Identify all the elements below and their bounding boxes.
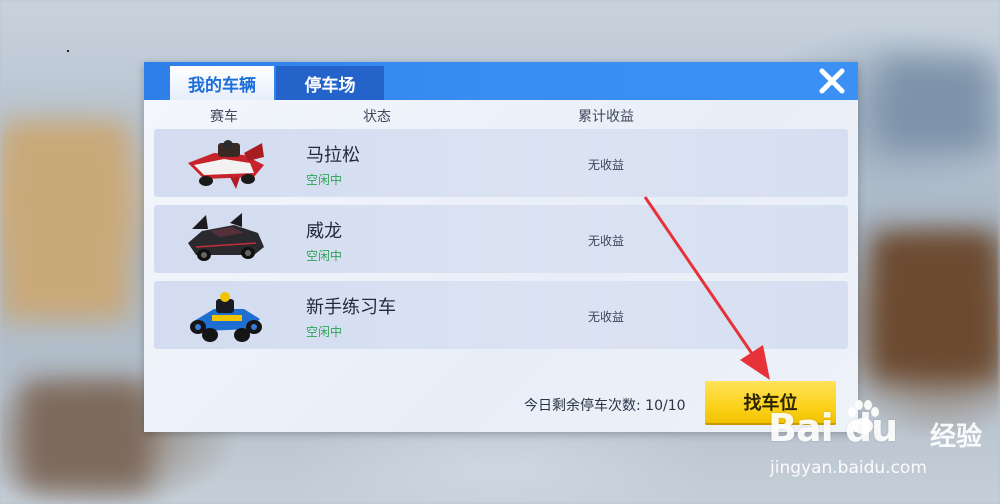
car-name: 威龙 [306,221,342,242]
vehicle-row[interactable]: 新手练习车 空闲中 无收益 [154,281,848,349]
watermark-url: jingyan.baidu.com [770,458,927,478]
vehicle-row[interactable]: 马拉松 空闲中 无收益 [154,129,848,197]
panel-header: 我的车辆 停车场 [144,62,858,100]
bg-shape-top-right [880,60,990,150]
baidu-jingyan-watermark: Bai du 经验 jingyan.baidu.com [760,392,1000,504]
car-earnings: 无收益 [588,158,625,172]
column-header-car: 赛车 [210,109,238,125]
column-header-status: 状态 [363,109,391,125]
watermark-chinese: 经验 [930,422,983,452]
close-button[interactable] [816,65,848,97]
tab-parking-lot[interactable]: 停车场 [276,66,384,100]
black-sports-car-image [188,213,264,261]
car-name: 新手练习车 [306,297,396,318]
car-earnings: 无收益 [588,310,625,324]
background-speck [67,50,69,52]
bg-shape-bottom-left [20,380,150,490]
bg-building-left [0,120,130,320]
car-status: 空闲中 [306,173,343,187]
column-header-earnings: 累计收益 [578,109,634,125]
vehicle-row[interactable]: 威龙 空闲中 无收益 [154,205,848,273]
remaining-parking-count: 今日剩余停车次数: 10/10 [524,398,686,414]
red-race-car-image [188,140,264,189]
car-name: 马拉松 [306,145,360,166]
blue-go-kart-image [190,292,262,342]
bg-building-right [870,230,1000,380]
car-earnings: 无收益 [588,234,625,248]
close-icon [819,68,845,94]
car-status: 空闲中 [306,325,343,339]
garage-panel: 我的车辆 停车场 赛车 状态 累计收益 马拉松 空闲中 无收益 威龙 空闲中 无… [144,62,858,432]
tab-my-vehicles[interactable]: 我的车辆 [170,66,274,100]
car-status: 空闲中 [306,249,343,263]
paw-icon [848,400,879,434]
